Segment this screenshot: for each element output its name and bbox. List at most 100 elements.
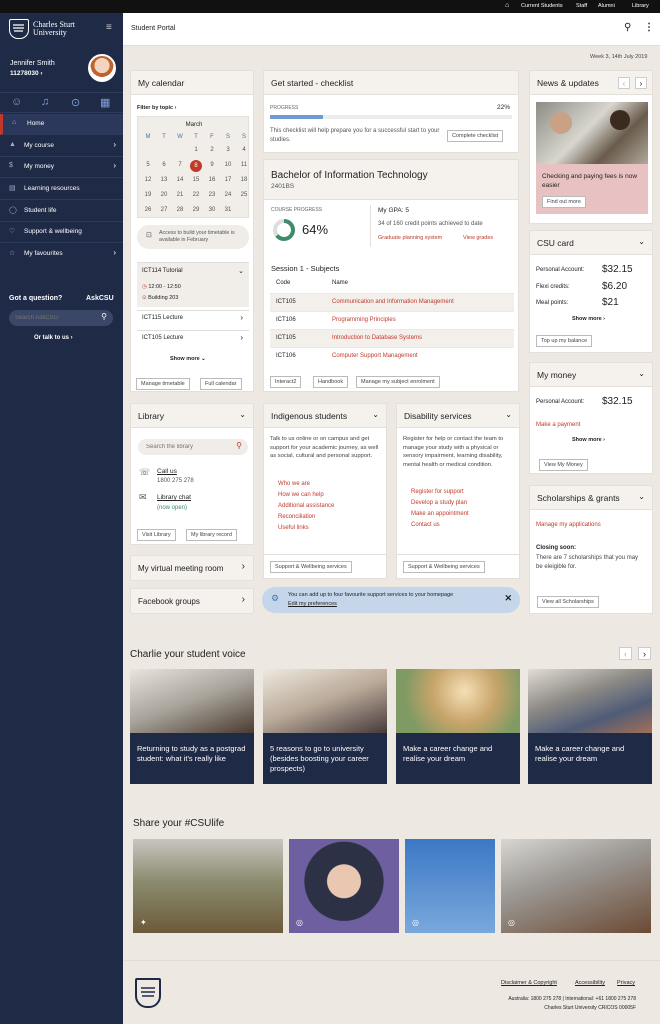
calendar-day[interactable]: 4 (236, 147, 252, 153)
calendar-day[interactable]: 11 (236, 162, 252, 168)
calendar-day[interactable]: 13 (156, 177, 172, 183)
contact-us-link[interactable]: Contact us (411, 522, 440, 528)
calendar-day[interactable]: 12 (140, 177, 156, 183)
how-we-can-help-link[interactable]: How we can help (278, 492, 324, 498)
view-all-scholarships-button[interactable]: View all Scholarships (537, 596, 599, 608)
sidebar-item-home[interactable]: ⌂ Home (0, 114, 123, 135)
sidebar-item-support-wellbeing[interactable]: ♡ Support & wellbeing (0, 222, 123, 243)
calendar-day[interactable]: 26 (140, 207, 156, 213)
calendar-day[interactable]: 15 (188, 177, 204, 183)
show-more-link[interactable]: Show more › (572, 437, 605, 443)
calendar-day-today[interactable]: 8 (190, 160, 202, 172)
complete-checklist-button[interactable]: Complete checklist (447, 130, 504, 142)
calendar-day[interactable]: 20 (156, 192, 172, 198)
story-card[interactable]: Make a career change and realise your dr… (396, 669, 520, 784)
reconciliation-link[interactable]: Reconciliation (278, 514, 315, 520)
find-out-more-button[interactable]: Find out more (542, 196, 586, 208)
social-photo[interactable]: ✦ (133, 839, 283, 933)
calendar-day[interactable]: 7 (172, 162, 188, 168)
social-photo[interactable]: ◎ (289, 839, 399, 933)
social-photo[interactable]: ◎ (501, 839, 651, 933)
profile-icon[interactable]: ☺ (11, 96, 22, 108)
news-image[interactable] (536, 102, 648, 164)
make-appointment-link[interactable]: Make an appointment (411, 511, 469, 517)
home-icon[interactable]: ⌂ (505, 2, 509, 9)
who-we-are-link[interactable]: Who we are (278, 481, 310, 487)
subject-name-link[interactable]: Computer Support Management (332, 353, 418, 359)
privacy-link[interactable]: Privacy (617, 980, 635, 986)
calendar-day[interactable]: 10 (220, 162, 236, 168)
make-payment-link[interactable]: Make a payment (536, 422, 580, 428)
filter-dropdown[interactable]: Filter by topic › (137, 105, 176, 111)
calendar-day[interactable]: 31 (220, 207, 236, 213)
event-ict115[interactable]: ICT115 Lecture › (137, 310, 249, 326)
askcsu-search[interactable]: ⚲ (9, 310, 113, 326)
interact2-button[interactable]: Interact2 (270, 376, 302, 388)
chevron-down-icon[interactable]: ⌄ (505, 410, 512, 419)
chevron-down-icon[interactable]: ⌄ (239, 410, 246, 419)
my-library-record-button[interactable]: My library record (186, 529, 237, 541)
library-search-input[interactable] (146, 442, 228, 452)
disclaimer-link[interactable]: Disclaimer & Copyright (501, 980, 557, 986)
library-chat-link[interactable]: Library chat (157, 494, 191, 501)
chevron-down-icon[interactable]: ⌄ (638, 369, 645, 378)
additional-assistance-link[interactable]: Additional assistance (278, 503, 334, 509)
handbook-button[interactable]: Handbook (313, 376, 349, 388)
search-icon[interactable]: ⚲ (624, 22, 631, 33)
graduate-planning-link[interactable]: Graduate planning system (378, 235, 442, 241)
search-icon[interactable]: ⚲ (236, 441, 242, 450)
edit-preferences-link[interactable]: Edit my preferences (288, 601, 337, 607)
calendar-day[interactable]: 17 (220, 177, 236, 183)
footer-logo[interactable] (135, 978, 161, 1008)
utility-link-library[interactable]: Library (632, 3, 649, 9)
calendar-day[interactable]: 5 (140, 162, 156, 168)
calendar-icon[interactable]: ▦ (100, 96, 110, 109)
view-my-money-button[interactable]: View My Money (539, 459, 588, 471)
top-up-balance-button[interactable]: Top up my balance (536, 335, 593, 347)
manage-timetable-button[interactable]: Manage timetable (136, 378, 190, 390)
sidebar-item-student-life[interactable]: ◯ Student life (0, 201, 123, 222)
calendar-day[interactable]: 22 (188, 192, 204, 198)
talk-to-us-link[interactable]: Or talk to us › (34, 335, 73, 341)
calendar-day[interactable]: 14 (172, 177, 188, 183)
chevron-down-icon[interactable]: ⌄ (638, 492, 645, 501)
manage-applications-link[interactable]: Manage my applications (536, 522, 601, 528)
story-card[interactable]: 5 reasons to go to university (besides b… (263, 669, 387, 784)
subject-name-link[interactable]: Introduction to Database Systems (332, 335, 422, 341)
next-arrow-icon[interactable]: › (635, 77, 647, 89)
manage-enrolment-button[interactable]: Manage my subject enrolment (356, 376, 440, 388)
calendar-day[interactable]: 19 (140, 192, 156, 198)
more-options-icon[interactable]: ⋮ (644, 22, 654, 33)
calendar-day[interactable]: 9 (204, 162, 220, 168)
show-more-link[interactable]: Show more ⌄ (170, 356, 206, 362)
chevron-down-icon[interactable]: ⌄ (638, 237, 645, 246)
calendar-day[interactable]: 1 (188, 147, 204, 153)
location-icon[interactable]: ⊙ (71, 96, 80, 109)
calendar-day[interactable]: 27 (156, 207, 172, 213)
show-more-link[interactable]: Show more › (572, 316, 605, 322)
story-card[interactable]: Returning to study as a postgrad student… (130, 669, 254, 784)
calendar-day[interactable]: 6 (156, 162, 172, 168)
askcsu-search-input[interactable] (15, 313, 95, 323)
accessibility-link[interactable]: Accessibility (575, 980, 605, 986)
useful-links-link[interactable]: Useful links (278, 525, 309, 531)
calendar-day[interactable]: 29 (188, 207, 204, 213)
close-icon[interactable]: ✕ (504, 593, 512, 604)
utility-link-staff[interactable]: Staff (576, 3, 587, 9)
subject-name-link[interactable]: Communication and Information Management (332, 299, 454, 305)
visit-library-button[interactable]: Visit Library (137, 529, 176, 541)
sidebar-item-my-favourites[interactable]: ☆ My favourites › (0, 244, 123, 265)
user-id[interactable]: 11278030 › (10, 70, 43, 77)
calendar-day[interactable]: 25 (236, 192, 252, 198)
develop-study-plan-link[interactable]: Develop a study plan (411, 500, 467, 506)
calendar-day[interactable]: 16 (204, 177, 220, 183)
askcsu-link[interactable]: AskCSU (86, 295, 114, 302)
utility-link-current-students[interactable]: Current Students (521, 3, 563, 9)
sidebar-item-my-course[interactable]: ▲ My course › (0, 136, 123, 157)
calendar-day[interactable]: 2 (204, 147, 220, 153)
view-grades-link[interactable]: View grades (463, 235, 493, 241)
facebook-groups-card[interactable]: Facebook groups › (130, 588, 254, 614)
story-card[interactable]: Make a career change and realise your dr… (528, 669, 652, 784)
next-arrow-icon[interactable]: › (638, 647, 651, 660)
subject-name-link[interactable]: Programming Principles (332, 317, 396, 323)
